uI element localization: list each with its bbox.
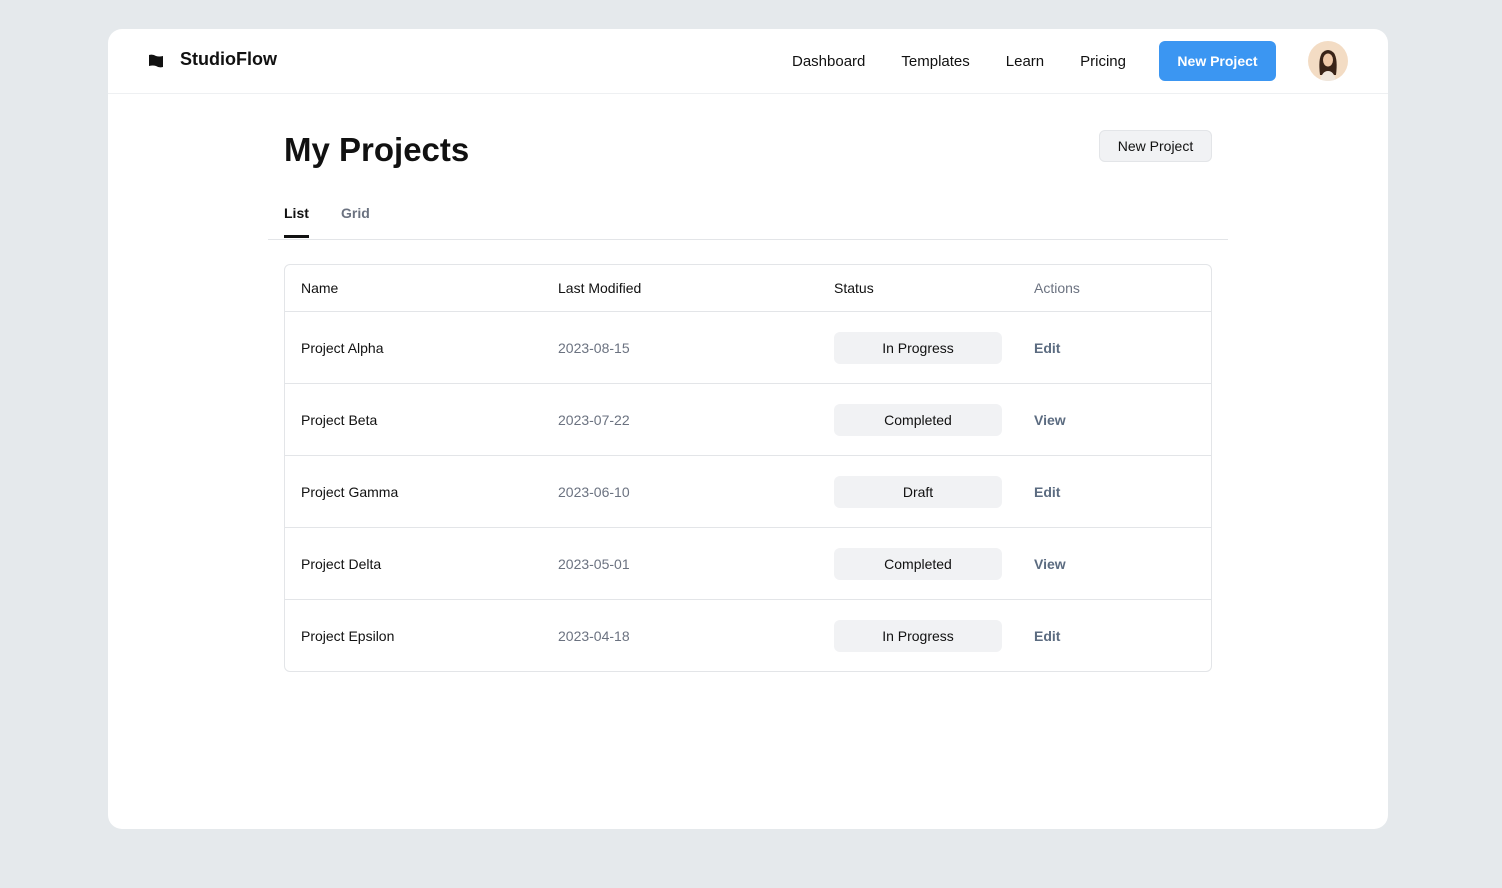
last-modified: 2023-07-22 [558,411,630,428]
tab-grid[interactable]: Grid [341,205,370,221]
flag-logo-icon [149,54,163,68]
edit-link[interactable]: Edit [1034,484,1060,500]
status-badge: Draft [834,475,1002,508]
top-nav: StudioFlow Dashboard Templates Learn Pri… [108,29,1388,94]
page-title: My Projects [284,131,470,168]
new-project-button[interactable]: New Project [1099,130,1212,162]
view-link[interactable]: View [1034,412,1066,428]
status-badge: In Progress [834,619,1002,652]
brand-name[interactable]: StudioFlow [180,49,277,70]
last-modified: 2023-08-15 [558,339,630,356]
edit-link[interactable]: Edit [1034,340,1060,356]
project-name[interactable]: Project Epsilon [285,628,558,644]
view-tabs: List Grid [268,201,1228,240]
last-modified: 2023-05-01 [558,555,630,572]
tab-list[interactable]: List [284,205,309,238]
nav-templates[interactable]: Templates [901,53,969,70]
table-header: Name Last Modified Status Actions [285,265,1211,311]
projects-table: Name Last Modified Status Actions Projec… [284,264,1212,672]
col-name: Name [301,280,339,296]
view-link[interactable]: View [1034,556,1066,572]
table-row: Project Epsilon 2023-04-18 In Progress E… [285,599,1211,671]
status-badge: Completed [834,547,1002,580]
avatar[interactable] [1308,41,1348,81]
project-name[interactable]: Project Alpha [285,340,558,356]
status-badge: Completed [834,403,1002,436]
nav-learn[interactable]: Learn [1006,53,1044,70]
edit-link[interactable]: Edit [1034,628,1060,644]
col-actions: Actions [1034,280,1080,296]
project-name[interactable]: Project Gamma [285,484,558,500]
last-modified: 2023-04-18 [558,627,630,644]
nav-dashboard[interactable]: Dashboard [792,53,865,70]
col-status: Status [834,280,874,296]
project-name[interactable]: Project Delta [285,556,558,572]
col-last-modified: Last Modified [558,280,642,296]
table-row: Project Beta 2023-07-22 Completed View [285,383,1211,455]
table-row: Project Delta 2023-05-01 Completed View [285,527,1211,599]
table-row: Project Gamma 2023-06-10 Draft Edit [285,455,1211,527]
table-row: Project Alpha 2023-08-15 In Progress Edi… [285,311,1211,383]
status-badge: In Progress [834,331,1002,364]
nav-pricing[interactable]: Pricing [1080,53,1126,70]
new-project-nav-button[interactable]: New Project [1159,41,1276,81]
last-modified: 2023-06-10 [558,483,630,500]
app-window: StudioFlow Dashboard Templates Learn Pri… [108,29,1388,829]
project-name[interactable]: Project Beta [285,412,558,428]
